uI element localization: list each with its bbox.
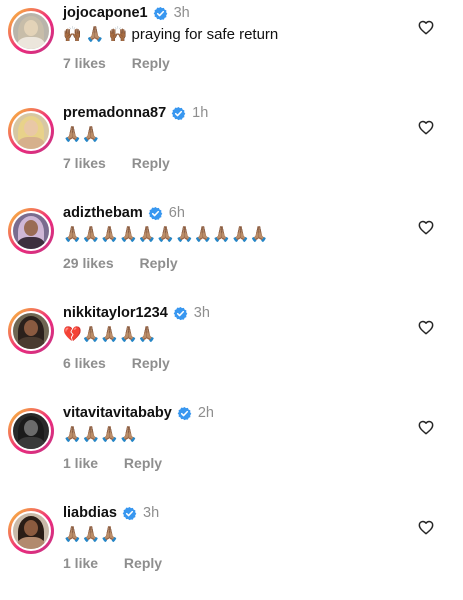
username[interactable]: liabdias	[63, 505, 117, 521]
avatar-body	[17, 237, 45, 249]
likes-count[interactable]: 1 like	[63, 555, 98, 571]
comment-header: jojocapone1 3h	[63, 5, 190, 21]
comment-item: adizthebam 6h 🙏🏽🙏🏽🙏🏽🙏🏽🙏🏽🙏🏽🙏🏽🙏🏽🙏🏽🙏🏽🙏🏽 29 …	[0, 200, 463, 290]
heart-outline-icon[interactable]	[418, 120, 434, 135]
reply-button[interactable]: Reply	[132, 55, 170, 71]
story-ring[interactable]	[8, 108, 54, 154]
avatar-face	[24, 20, 38, 36]
avatar-body	[17, 337, 45, 349]
heart-outline-icon[interactable]	[418, 420, 434, 435]
comment-item: nikkitaylor1234 3h 💔🙏🏽🙏🏽🙏🏽🙏🏽 6 likes Rep…	[0, 300, 463, 390]
heart-outline-icon[interactable]	[418, 20, 434, 35]
comment-text: 🙏🏽🙏🏽🙏🏽🙏🏽	[63, 426, 138, 443]
heart-outline-icon[interactable]	[418, 320, 434, 335]
comment-meta: 7 likes Reply	[63, 155, 170, 171]
verified-badge-icon	[177, 406, 192, 420]
avatar-face	[24, 420, 38, 436]
avatar-face	[24, 220, 38, 236]
avatar[interactable]	[11, 511, 51, 551]
comment-header: adizthebam 6h	[63, 205, 185, 221]
avatar-face	[24, 520, 38, 536]
comment-text: 🙏🏽🙏🏽🙏🏽🙏🏽🙏🏽🙏🏽🙏🏽🙏🏽🙏🏽🙏🏽🙏🏽	[63, 226, 269, 243]
likes-count[interactable]: 7 likes	[63, 155, 106, 171]
verified-badge-icon	[171, 106, 186, 120]
comment-text: 💔🙏🏽🙏🏽🙏🏽🙏🏽	[63, 326, 157, 343]
username[interactable]: adizthebam	[63, 205, 143, 221]
verified-badge-icon	[153, 6, 167, 20]
comment-timestamp: 3h	[193, 305, 210, 321]
comment-header: liabdias 3h	[63, 505, 159, 521]
reply-button[interactable]: Reply	[132, 155, 170, 171]
reply-button[interactable]: Reply	[132, 355, 170, 371]
comment-timestamp: 3h	[173, 5, 190, 21]
story-ring[interactable]	[8, 508, 54, 554]
username[interactable]: nikkitaylor1234	[63, 305, 168, 321]
verified-badge-icon	[173, 306, 188, 320]
username[interactable]: premadonna87	[63, 105, 166, 121]
comment-text: 🙌🏾 🙏🏽 🙌🏾 praying for safe return	[63, 26, 279, 43]
avatar[interactable]	[11, 111, 51, 151]
avatar-face	[24, 320, 38, 336]
likes-count[interactable]: 7 likes	[63, 55, 106, 71]
avatar[interactable]	[11, 11, 51, 51]
comment-header: premadonna87 1h	[63, 105, 208, 121]
comment-header: nikkitaylor1234 3h	[63, 305, 210, 321]
story-ring[interactable]	[8, 408, 54, 454]
comment-list: jojocapone1 3h 🙌🏾 🙏🏽 🙌🏾 praying for safe…	[0, 0, 463, 600]
avatar[interactable]	[11, 311, 51, 351]
comment-meta: 29 likes Reply	[63, 255, 178, 271]
comment-header: vitavitavitababy 2h	[63, 405, 214, 421]
reply-button[interactable]: Reply	[124, 555, 162, 571]
reply-button[interactable]: Reply	[124, 455, 162, 471]
comment-meta: 7 likes Reply	[63, 55, 170, 71]
likes-count[interactable]: 6 likes	[63, 355, 106, 371]
heart-outline-icon[interactable]	[418, 220, 434, 235]
username[interactable]: jojocapone1	[63, 5, 148, 21]
verified-badge-icon	[122, 506, 137, 520]
reply-button[interactable]: Reply	[140, 255, 178, 271]
avatar-body	[17, 537, 45, 549]
comment-timestamp: 1h	[192, 105, 209, 121]
comment-timestamp: 3h	[143, 505, 160, 521]
username[interactable]: vitavitavitababy	[63, 405, 172, 421]
comment-item: liabdias 3h 🙏🏽🙏🏽🙏🏽 1 like Reply	[0, 500, 463, 590]
avatar-body	[17, 137, 45, 149]
comment-item: vitavitavitababy 2h 🙏🏽🙏🏽🙏🏽🙏🏽 1 like Repl…	[0, 400, 463, 490]
avatar[interactable]	[11, 211, 51, 251]
heart-outline-icon[interactable]	[418, 520, 434, 535]
likes-count[interactable]: 1 like	[63, 455, 98, 471]
comment-item: premadonna87 1h 🙏🏽🙏🏽 7 likes Reply	[0, 100, 463, 190]
comment-meta: 6 likes Reply	[63, 355, 170, 371]
avatar-body	[17, 437, 45, 449]
comment-timestamp: 6h	[168, 205, 185, 221]
comment-text: 🙏🏽🙏🏽🙏🏽	[63, 526, 120, 543]
likes-count[interactable]: 29 likes	[63, 255, 114, 271]
comment-item: jojocapone1 3h 🙌🏾 🙏🏽 🙌🏾 praying for safe…	[0, 0, 463, 90]
story-ring[interactable]	[8, 208, 54, 254]
avatar-body	[17, 37, 45, 49]
comment-meta: 1 like Reply	[63, 455, 162, 471]
story-ring[interactable]	[8, 8, 54, 54]
comment-meta: 1 like Reply	[63, 555, 162, 571]
avatar[interactable]	[11, 411, 51, 451]
story-ring[interactable]	[8, 308, 54, 354]
avatar-face	[24, 120, 38, 136]
comment-text: 🙏🏽🙏🏽	[63, 126, 101, 143]
verified-badge-icon	[148, 206, 163, 220]
comment-timestamp: 2h	[197, 405, 214, 421]
